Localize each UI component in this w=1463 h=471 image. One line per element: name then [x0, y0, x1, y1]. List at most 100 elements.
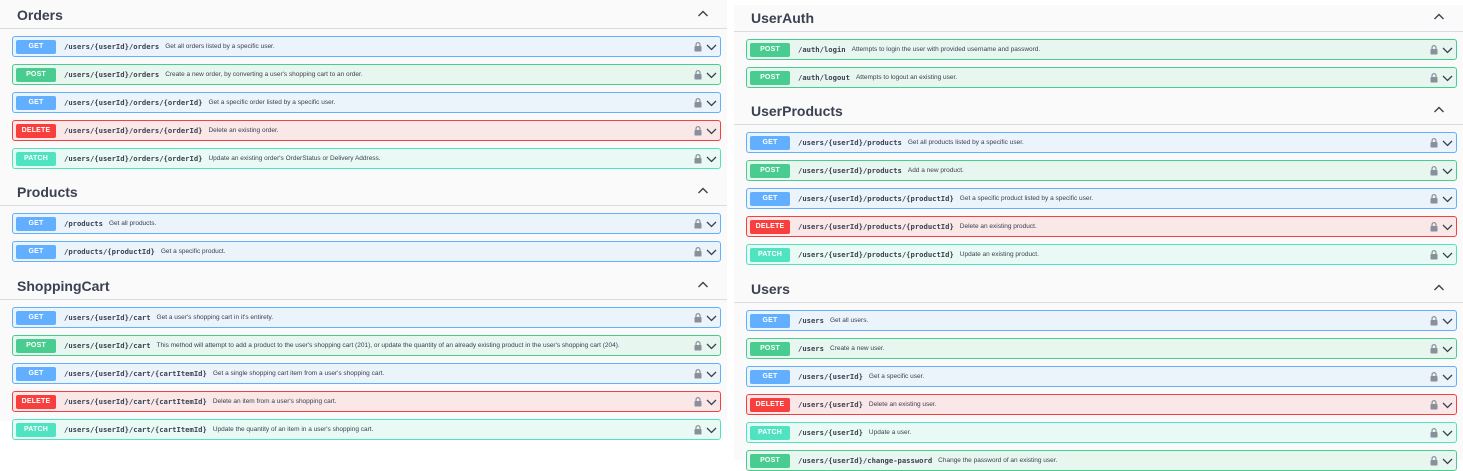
chevron-up-icon[interactable]	[1433, 104, 1445, 116]
lock-icon[interactable]	[694, 425, 702, 435]
operation-row[interactable]: GET/products Get all products.	[12, 213, 721, 234]
chevron-down-icon[interactable]	[706, 247, 717, 257]
chevron-down-icon[interactable]	[706, 425, 717, 435]
tag-section-userauth: UserAuth POST/auth/login Attempts to login…	[734, 5, 1463, 88]
lock-icon[interactable]	[694, 126, 702, 136]
operation-row[interactable]: PATCH/users/{userId}/cart/{cartItemId} Up…	[12, 419, 721, 440]
operation-row[interactable]: PATCH/users/{userId}/products/{productId…	[746, 244, 1457, 265]
operation-row[interactable]: GET/users/{userId}/cart Get a user's shop…	[12, 307, 721, 328]
lock-icon[interactable]	[694, 313, 702, 323]
tag-title: UserAuth	[751, 10, 815, 26]
lock-icon[interactable]	[1430, 316, 1438, 326]
operation-summary: Create a new order, by converting a user…	[165, 71, 363, 78]
operation-row[interactable]: GET/users/{userId}/products/{productId} G…	[746, 188, 1457, 209]
tag-header[interactable]: Users	[734, 276, 1463, 303]
operation-summary: This method will attempt to add a produc…	[156, 342, 620, 349]
chevron-down-icon[interactable]	[706, 313, 717, 323]
chevron-down-icon[interactable]	[706, 98, 717, 108]
lock-icon[interactable]	[1430, 73, 1438, 83]
chevron-down-icon[interactable]	[1442, 73, 1453, 83]
chevron-down-icon[interactable]	[1442, 222, 1453, 232]
chevron-down-icon[interactable]	[1442, 456, 1453, 466]
operation-row[interactable]: GET/users/{userId}/orders/{orderId} Get a…	[12, 92, 721, 113]
lock-icon[interactable]	[1430, 372, 1438, 382]
chevron-up-icon[interactable]	[1433, 11, 1445, 23]
operation-row[interactable]: DELETE/users/{userId}/cart/{cartItemId} D…	[12, 391, 721, 412]
chevron-down-icon[interactable]	[706, 70, 717, 80]
chevron-down-icon[interactable]	[1442, 166, 1453, 176]
lock-icon[interactable]	[694, 341, 702, 351]
tag-header[interactable]: ShoppingCart	[0, 273, 727, 300]
chevron-down-icon[interactable]	[1442, 45, 1453, 55]
lock-icon[interactable]	[694, 219, 702, 229]
operation-row[interactable]: POST/users Create a new user.	[746, 338, 1457, 359]
chevron-up-icon[interactable]	[1433, 282, 1445, 294]
operation-row[interactable]: POST/users/{userId}/orders Create a new o…	[12, 64, 721, 85]
chevron-down-icon[interactable]	[1442, 138, 1453, 148]
lock-icon[interactable]	[1430, 250, 1438, 260]
lock-icon[interactable]	[1430, 222, 1438, 232]
chevron-down-icon[interactable]	[706, 42, 717, 52]
operation-path: /users/{userId}	[798, 400, 863, 409]
lock-icon[interactable]	[1430, 194, 1438, 204]
operation-row[interactable]: POST/users/{userId}/change-password Chang…	[746, 450, 1457, 471]
lock-icon[interactable]	[694, 247, 702, 257]
operation-summary: Update a user.	[868, 429, 912, 436]
tag-header[interactable]: Products	[0, 179, 727, 206]
operation-row[interactable]: POST/users/{userId}/cart This method will…	[12, 335, 721, 356]
chevron-down-icon[interactable]	[706, 397, 717, 407]
chevron-down-icon[interactable]	[706, 154, 717, 164]
operation-row[interactable]: GET/users/{userId}/cart/{cartItemId} Get …	[12, 363, 721, 384]
operation-row[interactable]: GET/products/{productId} Get a specific p…	[12, 241, 721, 262]
operation-row[interactable]: PATCH/users/{userId}/orders/{orderId} Upd…	[12, 148, 721, 169]
lock-icon[interactable]	[694, 98, 702, 108]
tag-header[interactable]: UserAuth	[734, 5, 1463, 32]
lock-icon[interactable]	[694, 154, 702, 164]
operation-row[interactable]: DELETE/users/{userId}/orders/{orderId} De…	[12, 120, 721, 141]
chevron-down-icon[interactable]	[1442, 372, 1453, 382]
chevron-down-icon[interactable]	[706, 126, 717, 136]
operation-row[interactable]: PATCH/users/{userId} Update a user.	[746, 422, 1457, 443]
chevron-up-icon[interactable]	[697, 185, 709, 197]
operation-path: /auth/logout	[798, 73, 850, 82]
chevron-up-icon[interactable]	[697, 279, 709, 291]
operation-row[interactable]: DELETE/users/{userId} Delete an existing …	[746, 394, 1457, 415]
operation-row[interactable]: POST/auth/login Attempts to login the use…	[746, 39, 1457, 60]
lock-icon[interactable]	[1430, 344, 1438, 354]
chevron-down-icon[interactable]	[1442, 428, 1453, 438]
operation-path: /users/{userId}/cart	[64, 313, 151, 322]
lock-icon[interactable]	[1430, 400, 1438, 410]
chevron-down-icon[interactable]	[1442, 344, 1453, 354]
lock-icon[interactable]	[1430, 166, 1438, 176]
lock-icon[interactable]	[694, 397, 702, 407]
tag-section-userproducts: UserProducts GET/users/{userId}/products G…	[734, 98, 1463, 265]
lock-icon[interactable]	[694, 70, 702, 80]
operation-row[interactable]: POST/users/{userId}/products Add a new pr…	[746, 160, 1457, 181]
operation-row[interactable]: POST/auth/logout Attempts to logout an ex…	[746, 67, 1457, 88]
lock-icon[interactable]	[1430, 456, 1438, 466]
lock-icon[interactable]	[1430, 138, 1438, 148]
chevron-down-icon[interactable]	[706, 219, 717, 229]
lock-icon[interactable]	[694, 42, 702, 52]
tag-section-shoppingcart: ShoppingCart GET/users/{userId}/cart Get a…	[0, 273, 727, 440]
chevron-down-icon[interactable]	[706, 341, 717, 351]
chevron-down-icon[interactable]	[1442, 400, 1453, 410]
operation-row[interactable]: GET/users/{userId}/products Get all produ…	[746, 132, 1457, 153]
chevron-up-icon[interactable]	[697, 8, 709, 20]
lock-icon[interactable]	[1430, 45, 1438, 55]
method-badge: POST	[750, 42, 790, 57]
operation-summary: Get a specific product listed by a speci…	[959, 195, 1094, 202]
operation-row[interactable]: GET/users/{userId}/orders Get all orders …	[12, 36, 721, 57]
tag-title: Orders	[17, 7, 63, 23]
chevron-down-icon[interactable]	[706, 369, 717, 379]
operation-row[interactable]: GET/users Get all users.	[746, 310, 1457, 331]
operation-row[interactable]: DELETE/users/{userId}/products/{productI…	[746, 216, 1457, 237]
chevron-down-icon[interactable]	[1442, 250, 1453, 260]
tag-header[interactable]: UserProducts	[734, 98, 1463, 125]
lock-icon[interactable]	[694, 369, 702, 379]
chevron-down-icon[interactable]	[1442, 194, 1453, 204]
lock-icon[interactable]	[1430, 428, 1438, 438]
tag-header[interactable]: Orders	[0, 2, 727, 29]
chevron-down-icon[interactable]	[1442, 316, 1453, 326]
operation-row[interactable]: GET/users/{userId} Get a specific user.	[746, 366, 1457, 387]
